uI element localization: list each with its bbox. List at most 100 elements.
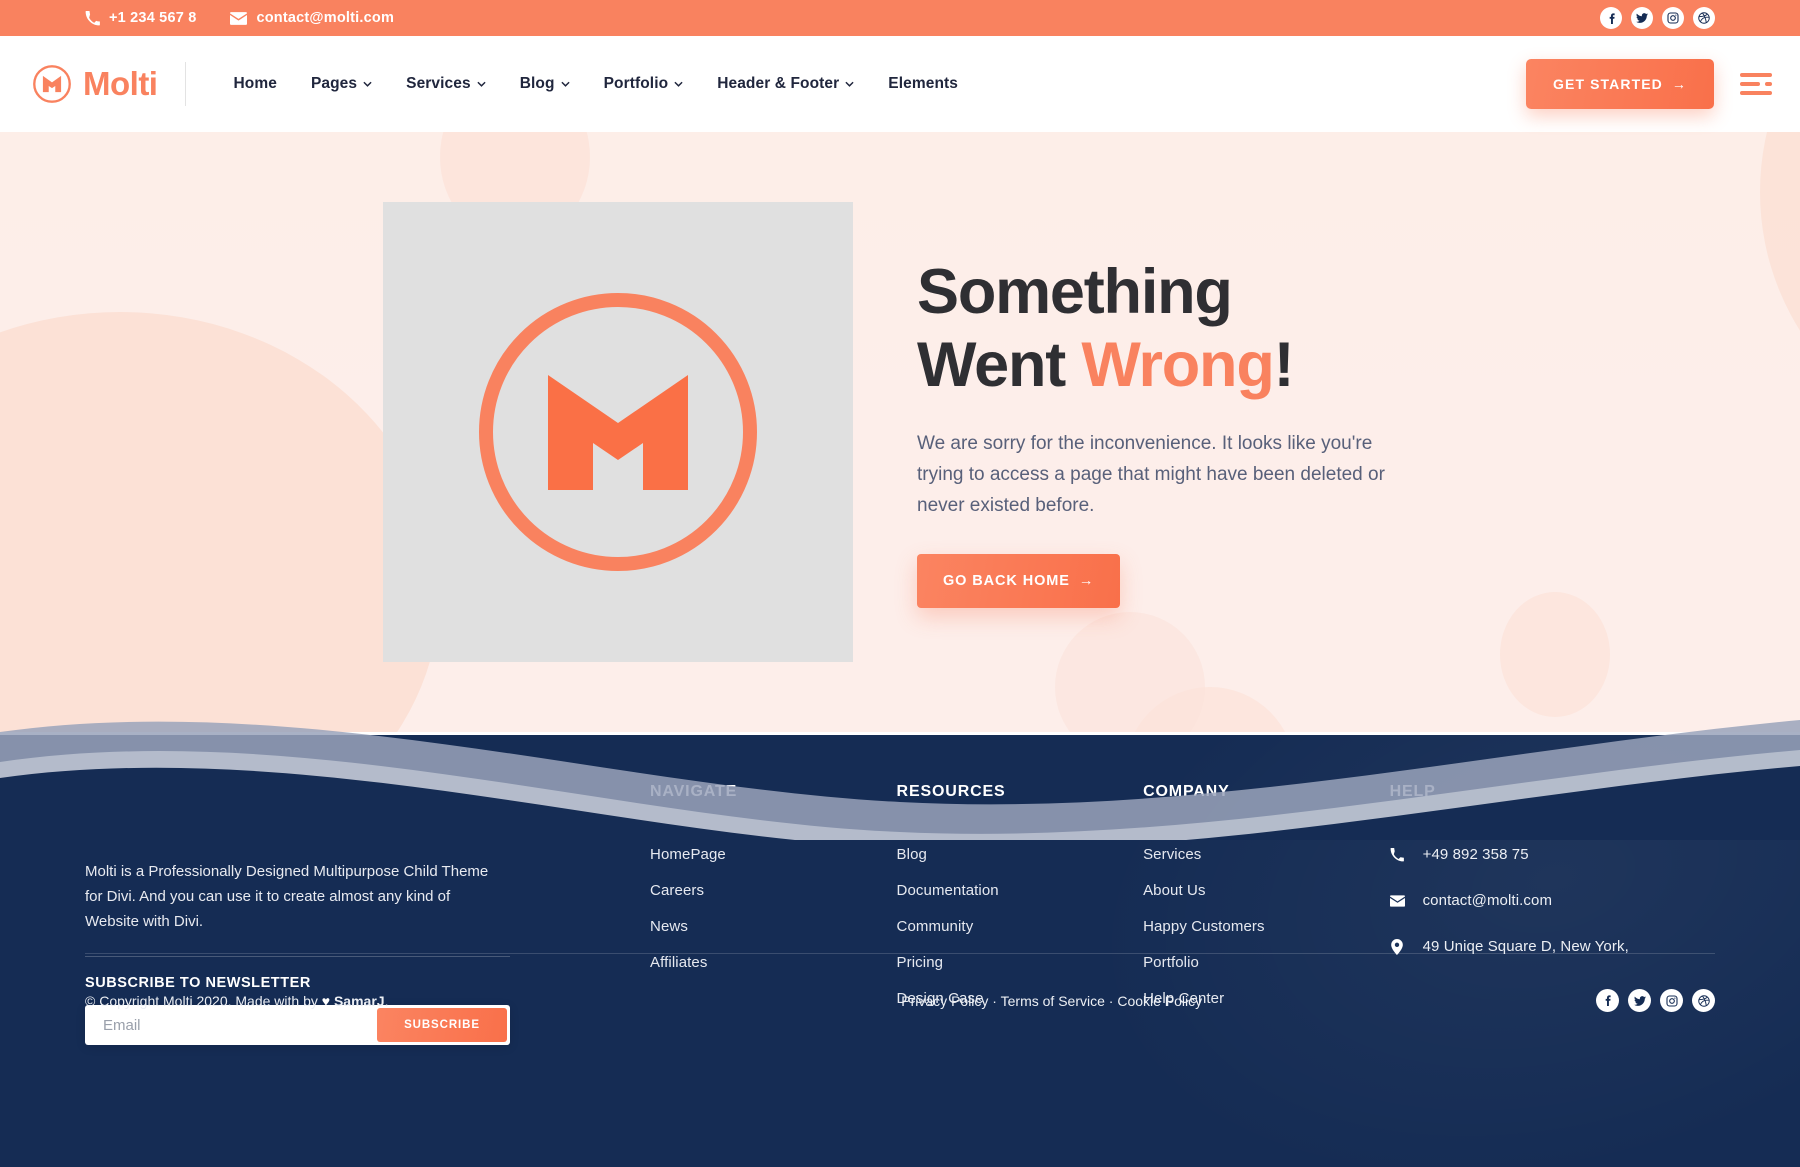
nav-item-services[interactable]: Services	[389, 75, 503, 93]
topbar-phone-text: +1 234 567 8	[109, 10, 197, 26]
footer-brand-text: Molti	[148, 788, 238, 832]
footer-social-links	[1596, 989, 1715, 1012]
hero-text-block: Something Went Wrong! We are sorry for t…	[917, 256, 1397, 609]
topbar-social-links	[1600, 7, 1715, 29]
phone-icon	[1390, 847, 1405, 862]
nav-item-home[interactable]: Home	[216, 75, 293, 93]
footer-description: Molti is a Professionally Designed Multi…	[85, 863, 489, 930]
hero-content: Something Went Wrong! We are sorry for t…	[0, 132, 1800, 732]
footer-link[interactable]: About Us	[1143, 882, 1390, 899]
legal-separator: ·	[988, 992, 1001, 1009]
footer-column-title: COMPANY	[1143, 783, 1230, 800]
footer-link[interactable]: Blog	[897, 846, 1144, 863]
nav-item-elements[interactable]: Elements	[871, 75, 975, 93]
nav-label: Portfolio	[603, 75, 669, 92]
footer-help-text: +49 892 358 75	[1422, 846, 1529, 863]
copyright-post: .	[384, 992, 389, 1009]
chevron-down-icon	[674, 81, 683, 87]
phone-icon	[85, 10, 100, 26]
heading-line-2: Went Wrong!	[917, 329, 1397, 403]
envelope-icon	[230, 11, 248, 25]
site-footer: Molti Molti is a Professionally Designed…	[0, 735, 1800, 1167]
copyright-author[interactable]: SamarJ	[334, 993, 385, 1009]
header-divider	[185, 62, 187, 106]
chevron-down-icon	[560, 81, 570, 87]
top-contact-bar: +1 234 567 8 contact@molti.com	[0, 0, 1800, 36]
main-navigation: Home Pages Services Blog Portfolio Heade…	[216, 75, 975, 93]
topbar-contact-group: +1 234 567 8 contact@molti.com	[85, 10, 394, 26]
footer-help-phone[interactable]: +49 892 358 75	[1390, 846, 1715, 863]
site-header: Molti Home Pages Services Blog Portfolio	[0, 36, 1800, 132]
page-title: Something Went Wrong!	[917, 256, 1397, 403]
get-started-label: GET STARTED	[1553, 76, 1663, 92]
terms-of-service-link[interactable]: Terms of Service	[1001, 993, 1105, 1009]
nav-item-header-footer[interactable]: Header & Footer	[700, 75, 871, 93]
legal-separator: ·	[1104, 992, 1118, 1009]
footer-link[interactable]: News	[650, 918, 897, 935]
facebook-icon[interactable]	[1600, 7, 1622, 29]
hamburger-menu-icon[interactable]	[1740, 73, 1772, 95]
hamburger-bar-top	[1740, 73, 1772, 77]
arrow-right-icon: →	[1671, 76, 1687, 92]
footer-logo[interactable]: Molti	[85, 783, 578, 838]
heading-exclaim: !	[1273, 330, 1295, 401]
nav-item-pages[interactable]: Pages	[294, 75, 389, 93]
copyright-pre: © Copyright Molti 2020. Made with by	[85, 992, 322, 1009]
footer-help-email[interactable]: contact@molti.com	[1389, 892, 1715, 909]
footer-help-text: contact@molti.com	[1422, 892, 1553, 909]
instagram-icon[interactable]	[1660, 989, 1683, 1012]
nav-label: Services	[406, 75, 471, 92]
footer-column-title: RESOURCES	[896, 783, 1006, 800]
topbar-email[interactable]: contact@molti.com	[230, 10, 394, 26]
get-started-button[interactable]: GET STARTED →	[1526, 59, 1714, 109]
nav-item-portfolio[interactable]: Portfolio	[587, 75, 701, 93]
nav-label: Pages	[310, 75, 358, 92]
arrow-right-icon: →	[1078, 573, 1095, 590]
page-root: +1 234 567 8 contact@molti.com Molti Hom…	[0, 0, 1800, 1167]
footer-column-title: HELP	[1389, 783, 1436, 800]
twitter-icon[interactable]	[1628, 989, 1651, 1012]
go-back-home-label: GO BACK HOME	[943, 573, 1070, 590]
footer-link[interactable]: Services	[1143, 846, 1390, 863]
heart-icon: ♥	[321, 992, 331, 1009]
letter-m-shape	[548, 374, 688, 490]
cookie-policy-link[interactable]: Cookie Policy	[1117, 993, 1202, 1009]
molti-logo-icon-large	[479, 293, 757, 571]
nav-label: Blog	[519, 75, 555, 92]
molti-logo-icon	[85, 783, 135, 838]
header-logo[interactable]: Molti	[32, 64, 158, 104]
go-back-home-button[interactable]: GO BACK HOME →	[917, 554, 1121, 609]
molti-logo-icon	[32, 64, 72, 104]
chevron-down-icon	[845, 81, 854, 87]
footer-column-title: NAVIGATE	[650, 783, 738, 800]
footer-link[interactable]: Community	[897, 918, 1144, 935]
header-actions: GET STARTED →	[1526, 59, 1772, 109]
footer-link[interactable]: Careers	[650, 882, 897, 899]
topbar-email-text: contact@molti.com	[256, 10, 395, 26]
twitter-icon[interactable]	[1631, 7, 1653, 29]
dribbble-icon[interactable]	[1692, 989, 1715, 1012]
heading-line-1: Something	[917, 256, 1233, 327]
chevron-down-icon	[477, 81, 486, 87]
privacy-policy-link[interactable]: Privacy Policy	[901, 993, 988, 1009]
heading-wrong: Wrong	[1081, 330, 1274, 401]
legal-links: Privacy Policy · Terms of Service · Cook…	[901, 993, 1202, 1009]
facebook-icon[interactable]	[1596, 989, 1619, 1012]
hero-paragraph: We are sorry for the inconvenience. It l…	[917, 433, 1385, 516]
nav-label: Home	[233, 75, 277, 92]
hero-image-placeholder	[383, 202, 853, 662]
nav-label: Elements	[888, 75, 958, 92]
dribbble-icon[interactable]	[1693, 7, 1715, 29]
instagram-icon[interactable]	[1662, 7, 1684, 29]
footer-link[interactable]: Happy Customers	[1143, 918, 1390, 935]
footer-link[interactable]: Documentation	[897, 882, 1144, 899]
footer-bottom-bar: © Copyright Molti 2020. Made with by ♥ S…	[0, 953, 1800, 1048]
topbar-phone[interactable]: +1 234 567 8	[85, 10, 196, 26]
heading-went: Went	[917, 330, 1082, 401]
hero-section: Something Went Wrong! We are sorry for t…	[0, 132, 1800, 732]
footer-link[interactable]: HomePage	[650, 846, 897, 863]
envelope-icon	[1389, 894, 1405, 907]
hamburger-bar-middle	[1740, 82, 1772, 86]
nav-item-blog[interactable]: Blog	[503, 75, 587, 93]
chevron-down-icon	[363, 81, 372, 87]
